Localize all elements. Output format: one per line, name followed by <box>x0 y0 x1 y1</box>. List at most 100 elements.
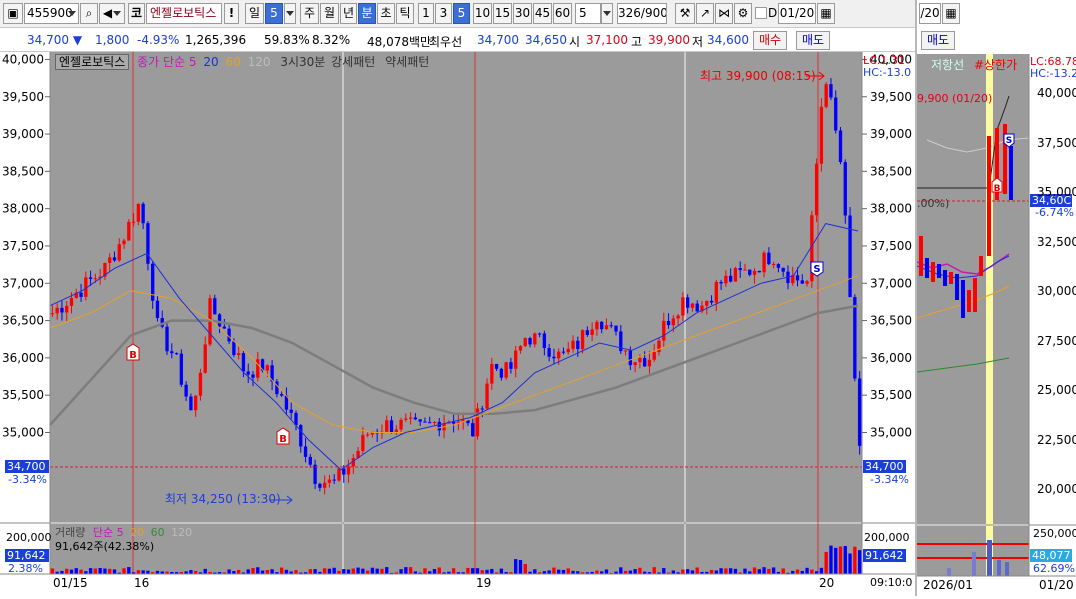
candle-body <box>533 333 537 345</box>
volume-bar <box>652 567 656 574</box>
gear-icon[interactable]: ⚙ <box>734 3 752 24</box>
volume-bar <box>260 570 265 574</box>
volume-bar <box>561 569 566 574</box>
high-label: 고 <box>631 35 643 49</box>
candle-body <box>757 270 761 273</box>
candle-body <box>141 203 145 224</box>
date-checkbox[interactable] <box>755 7 767 19</box>
daily-candle <box>931 262 935 282</box>
daily-candle <box>961 280 965 318</box>
volume-bar <box>351 568 355 574</box>
legend-indicator-bull[interactable]: 강세패턴 <box>331 55 375 69</box>
speaker-icon[interactable]: ◀ <box>99 3 125 24</box>
interval-1[interactable]: 1 <box>418 3 434 24</box>
interval-60[interactable]: 60 <box>553 3 572 24</box>
draw-icon[interactable]: ↗ <box>696 3 714 24</box>
daily-volume-axis: 250,000 <box>1033 527 1076 540</box>
current-price-tag: 34,700 <box>863 460 906 473</box>
candle-body <box>738 268 742 271</box>
tools-icon[interactable]: ⚒ <box>675 3 695 24</box>
market-icon[interactable]: 코 <box>128 3 145 24</box>
screen-icon[interactable]: ▣ <box>3 3 23 24</box>
candle-body <box>170 351 174 354</box>
high-price: 39,900 <box>648 33 690 47</box>
candle-body <box>609 325 613 327</box>
interval-3[interactable]: 3 <box>435 3 452 24</box>
indicator-icon[interactable]: ⋈ <box>715 3 733 24</box>
stock-name-field[interactable]: 엔젤로보틱스 <box>146 3 222 24</box>
period-dropdown-icon[interactable] <box>284 3 296 24</box>
candle-body <box>857 378 862 446</box>
tab-year[interactable]: 년 <box>340 3 357 24</box>
interval-dropdown-icon[interactable] <box>601 3 613 24</box>
interval-30[interactable]: 30 <box>513 3 532 24</box>
interval-45[interactable]: 45 <box>533 3 552 24</box>
interval-value-field[interactable]: 5 <box>575 3 601 24</box>
candle-body <box>843 162 847 216</box>
candle-body <box>537 333 542 335</box>
volume-bar <box>256 567 260 574</box>
legend-ma-20[interactable]: 20 <box>203 55 218 69</box>
candle-body <box>600 321 604 330</box>
stock-code-input[interactable]: 455900 <box>24 3 79 24</box>
tab-tick[interactable]: 틱 <box>396 3 414 24</box>
candle-body <box>724 275 728 284</box>
volume-ma-120[interactable]: 120 <box>171 526 192 539</box>
search-icon[interactable]: ⌕ <box>80 3 98 24</box>
alert-icon[interactable]: ! <box>224 3 239 24</box>
y-tick-label: 39,500 <box>2 90 44 104</box>
daily-legend-limit[interactable]: #상한가 <box>974 58 1017 72</box>
legend-ma-60[interactable]: 60 <box>225 55 240 69</box>
volume-bar <box>514 559 518 574</box>
volume-bar <box>728 568 733 574</box>
calendar-icon[interactable]: ▦ <box>817 3 835 24</box>
candle-body <box>394 429 398 433</box>
volume-bar <box>122 568 126 574</box>
volume-axis-top: 200,000 <box>6 531 52 544</box>
volume-bar <box>471 568 475 574</box>
candle-body <box>853 297 857 379</box>
volume-bar <box>724 568 728 574</box>
y-tick-label: 39,000 <box>2 127 44 141</box>
tab-minute[interactable]: 분 <box>358 3 376 24</box>
candle-body <box>480 408 484 410</box>
y-tick-label: 39,500 <box>870 90 912 104</box>
candle-body <box>685 297 690 308</box>
price-chart[interactable]: B B S 최고 39,900 (08:15) 최저 34,250 (13:30… <box>0 52 915 596</box>
candle-body <box>303 446 308 457</box>
interval-10[interactable]: 10 <box>473 3 492 24</box>
period-day-button[interactable]: 일 <box>245 3 264 24</box>
candle-body <box>413 417 418 420</box>
volume-bar <box>423 568 427 574</box>
candle-body <box>275 381 279 395</box>
tab-second[interactable]: 초 <box>377 3 395 24</box>
period-value-field[interactable]: 5 <box>265 3 283 24</box>
volume-bar <box>246 569 250 574</box>
candle-body <box>179 353 184 385</box>
legend-ma-120[interactable]: 120 <box>248 55 271 69</box>
candle-body <box>834 97 838 131</box>
buy-button[interactable]: 매수 <box>753 31 788 50</box>
tab-month[interactable]: 월 <box>320 3 339 24</box>
legend-ma-5[interactable]: 5 <box>189 55 197 69</box>
bar-count-field[interactable]: 326/900 <box>617 3 667 24</box>
candle-body <box>604 325 609 330</box>
legend-stock-name[interactable]: 엔젤로보틱스 <box>55 54 130 70</box>
interval-5[interactable]: 5 <box>453 3 470 24</box>
legend-indicator-bear[interactable]: 약세패턴 <box>385 55 429 69</box>
chevron-down-icon[interactable] <box>68 4 76 23</box>
date-field[interactable]: 01/20 <box>778 3 816 24</box>
sell-button[interactable]: 매도 <box>796 31 831 50</box>
svg-text:B: B <box>994 184 1001 194</box>
tab-week[interactable]: 주 <box>300 3 319 24</box>
candle-body <box>485 383 489 409</box>
daily-volume-bar <box>947 568 951 576</box>
volume-bar <box>270 569 274 574</box>
daily-legend-resistance[interactable]: 저항선 <box>931 58 964 72</box>
candle-body <box>289 409 293 413</box>
legend-ma-label[interactable]: 종가 단순 <box>137 55 185 69</box>
interval-15[interactable]: 15 <box>493 3 512 24</box>
candle-body <box>256 359 260 378</box>
volume-ratio: 59.83% <box>264 33 310 47</box>
legend-indicator-close[interactable]: 3시30분 <box>280 55 325 69</box>
